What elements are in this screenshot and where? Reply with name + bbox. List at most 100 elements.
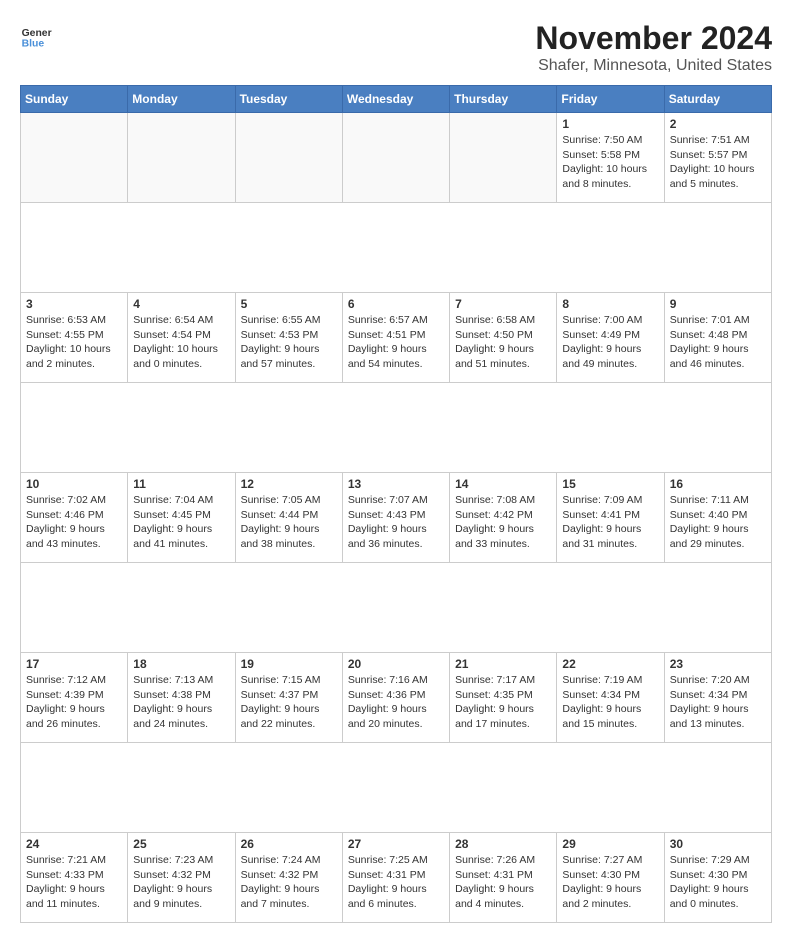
cell-date-number: 14 xyxy=(455,477,551,491)
logo: General Blue xyxy=(20,20,52,52)
calendar-cell: 22 Sunrise: 7:19 AM Sunset: 4:34 PM Dayli… xyxy=(557,653,664,743)
calendar-week-row: 1 Sunrise: 7:50 AM Sunset: 5:58 PM Daylig… xyxy=(21,113,772,203)
calendar-cell xyxy=(21,113,128,203)
cell-info-text: Sunrise: 7:24 AM Sunset: 4:32 PM Dayligh… xyxy=(241,853,337,912)
cell-date-number: 20 xyxy=(348,657,444,671)
cell-info-text: Sunrise: 7:11 AM Sunset: 4:40 PM Dayligh… xyxy=(670,493,766,552)
weekday-header-tuesday: Tuesday xyxy=(235,86,342,113)
calendar-cell: 4Sunrise: 6:54 AM Sunset: 4:54 PM Daylig… xyxy=(128,293,235,383)
cell-date-number: 28 xyxy=(455,837,551,851)
cell-info-text: Sunrise: 7:50 AM Sunset: 5:58 PM Dayligh… xyxy=(562,133,658,192)
calendar-cell xyxy=(450,113,557,203)
cell-date-number: 26 xyxy=(241,837,337,851)
calendar-cell: 1 Sunrise: 7:50 AM Sunset: 5:58 PM Daylig… xyxy=(557,113,664,203)
calendar-cell: 27Sunrise: 7:25 AM Sunset: 4:31 PM Dayli… xyxy=(342,833,449,923)
cell-date-number: 16 xyxy=(670,477,766,491)
calendar-cell: 26 Sunrise: 7:24 AM Sunset: 4:32 PM Dayli… xyxy=(235,833,342,923)
cell-info-text: Sunrise: 7:19 AM Sunset: 4:34 PM Dayligh… xyxy=(562,673,658,732)
calendar-cell: 9 Sunrise: 7:01 AM Sunset: 4:48 PM Daylig… xyxy=(664,293,771,383)
cell-date-number: 10 xyxy=(26,477,122,491)
cell-date-number: 6 xyxy=(348,297,444,311)
calendar-cell: 3 Sunrise: 6:53 AM Sunset: 4:55 PM Daylig… xyxy=(21,293,128,383)
cell-date-number: 9 xyxy=(670,297,766,311)
cell-info-text: Sunrise: 7:29 AM Sunset: 4:30 PM Dayligh… xyxy=(670,853,766,912)
cell-info-text: Sunrise: 7:13 AM Sunset: 4:38 PM Dayligh… xyxy=(133,673,229,732)
cell-date-number: 30 xyxy=(670,837,766,851)
cell-date-number: 7 xyxy=(455,297,551,311)
cell-info-text: Sunrise: 7:02 AM Sunset: 4:46 PM Dayligh… xyxy=(26,493,122,552)
weekday-header-monday: Monday xyxy=(128,86,235,113)
svg-text:Blue: Blue xyxy=(22,38,45,49)
calendar-table: SundayMondayTuesdayWednesdayThursdayFrid… xyxy=(20,85,772,923)
svg-text:General: General xyxy=(22,28,52,39)
calendar-body: 1 Sunrise: 7:50 AM Sunset: 5:58 PM Daylig… xyxy=(21,113,772,923)
weekday-header-sunday: Sunday xyxy=(21,86,128,113)
calendar-cell: 12 Sunrise: 7:05 AM Sunset: 4:44 PM Dayli… xyxy=(235,473,342,563)
calendar-cell: 23Sunrise: 7:20 AM Sunset: 4:34 PM Dayli… xyxy=(664,653,771,743)
calendar-cell xyxy=(128,113,235,203)
cell-info-text: Sunrise: 7:21 AM Sunset: 4:33 PM Dayligh… xyxy=(26,853,122,912)
weekday-header-friday: Friday xyxy=(557,86,664,113)
cell-info-text: Sunrise: 6:57 AM Sunset: 4:51 PM Dayligh… xyxy=(348,313,444,372)
cell-info-text: Sunrise: 6:55 AM Sunset: 4:53 PM Dayligh… xyxy=(241,313,337,372)
cell-date-number: 27 xyxy=(348,837,444,851)
cell-info-text: Sunrise: 7:07 AM Sunset: 4:43 PM Dayligh… xyxy=(348,493,444,552)
calendar-cell: 2 Sunrise: 7:51 AM Sunset: 5:57 PM Daylig… xyxy=(664,113,771,203)
week-spacer xyxy=(21,383,772,473)
calendar-cell xyxy=(342,113,449,203)
cell-date-number: 29 xyxy=(562,837,658,851)
cell-info-text: Sunrise: 7:27 AM Sunset: 4:30 PM Dayligh… xyxy=(562,853,658,912)
cell-date-number: 19 xyxy=(241,657,337,671)
week-spacer xyxy=(21,563,772,653)
calendar-week-row: 3 Sunrise: 6:53 AM Sunset: 4:55 PM Daylig… xyxy=(21,293,772,383)
calendar-week-row: 17Sunrise: 7:12 AM Sunset: 4:39 PM Dayli… xyxy=(21,653,772,743)
calendar-cell: 28 Sunrise: 7:26 AM Sunset: 4:31 PM Dayli… xyxy=(450,833,557,923)
cell-date-number: 11 xyxy=(133,477,229,491)
weekday-header-row: SundayMondayTuesdayWednesdayThursdayFrid… xyxy=(21,86,772,113)
cell-info-text: Sunrise: 7:08 AM Sunset: 4:42 PM Dayligh… xyxy=(455,493,551,552)
cell-date-number: 3 xyxy=(26,297,122,311)
cell-date-number: 22 xyxy=(562,657,658,671)
cell-info-text: Sunrise: 6:58 AM Sunset: 4:50 PM Dayligh… xyxy=(455,313,551,372)
cell-info-text: Sunrise: 7:51 AM Sunset: 5:57 PM Dayligh… xyxy=(670,133,766,192)
cell-info-text: Sunrise: 7:00 AM Sunset: 4:49 PM Dayligh… xyxy=(562,313,658,372)
cell-info-text: Sunrise: 7:04 AM Sunset: 4:45 PM Dayligh… xyxy=(133,493,229,552)
cell-date-number: 1 xyxy=(562,117,658,131)
calendar-cell: 21Sunrise: 7:17 AM Sunset: 4:35 PM Dayli… xyxy=(450,653,557,743)
calendar-cell: 25Sunrise: 7:23 AM Sunset: 4:32 PM Dayli… xyxy=(128,833,235,923)
calendar-week-row: 10 Sunrise: 7:02 AM Sunset: 4:46 PM Dayli… xyxy=(21,473,772,563)
cell-info-text: Sunrise: 7:26 AM Sunset: 4:31 PM Dayligh… xyxy=(455,853,551,912)
calendar-cell: 29 Sunrise: 7:27 AM Sunset: 4:30 PM Dayli… xyxy=(557,833,664,923)
cell-info-text: Sunrise: 7:23 AM Sunset: 4:32 PM Dayligh… xyxy=(133,853,229,912)
calendar-cell: 7 Sunrise: 6:58 AM Sunset: 4:50 PM Daylig… xyxy=(450,293,557,383)
calendar-cell: 18Sunrise: 7:13 AM Sunset: 4:38 PM Dayli… xyxy=(128,653,235,743)
weekday-header-thursday: Thursday xyxy=(450,86,557,113)
cell-date-number: 2 xyxy=(670,117,766,131)
cell-info-text: Sunrise: 7:05 AM Sunset: 4:44 PM Dayligh… xyxy=(241,493,337,552)
location-subtitle: Shafer, Minnesota, United States xyxy=(535,57,772,75)
calendar-cell: 10 Sunrise: 7:02 AM Sunset: 4:46 PM Dayli… xyxy=(21,473,128,563)
calendar-week-row: 24 Sunrise: 7:21 AM Sunset: 4:33 PM Dayli… xyxy=(21,833,772,923)
cell-info-text: Sunrise: 7:16 AM Sunset: 4:36 PM Dayligh… xyxy=(348,673,444,732)
calendar-cell: 14 Sunrise: 7:08 AM Sunset: 4:42 PM Dayli… xyxy=(450,473,557,563)
calendar-cell: 5Sunrise: 6:55 AM Sunset: 4:53 PM Daylig… xyxy=(235,293,342,383)
weekday-header-wednesday: Wednesday xyxy=(342,86,449,113)
cell-date-number: 8 xyxy=(562,297,658,311)
week-spacer xyxy=(21,203,772,293)
calendar-cell xyxy=(235,113,342,203)
cell-info-text: Sunrise: 7:09 AM Sunset: 4:41 PM Dayligh… xyxy=(562,493,658,552)
cell-info-text: Sunrise: 6:53 AM Sunset: 4:55 PM Dayligh… xyxy=(26,313,122,372)
cell-date-number: 24 xyxy=(26,837,122,851)
page-header: General Blue November 2024 Shafer, Minne… xyxy=(20,20,772,75)
cell-info-text: Sunrise: 7:01 AM Sunset: 4:48 PM Dayligh… xyxy=(670,313,766,372)
week-spacer xyxy=(21,743,772,833)
cell-info-text: Sunrise: 6:54 AM Sunset: 4:54 PM Dayligh… xyxy=(133,313,229,372)
month-year-title: November 2024 xyxy=(535,20,772,57)
calendar-cell: 13Sunrise: 7:07 AM Sunset: 4:43 PM Dayli… xyxy=(342,473,449,563)
calendar-cell: 8 Sunrise: 7:00 AM Sunset: 4:49 PM Daylig… xyxy=(557,293,664,383)
weekday-header-saturday: Saturday xyxy=(664,86,771,113)
calendar-cell: 16 Sunrise: 7:11 AM Sunset: 4:40 PM Dayli… xyxy=(664,473,771,563)
calendar-cell: 11 Sunrise: 7:04 AM Sunset: 4:45 PM Dayli… xyxy=(128,473,235,563)
cell-date-number: 12 xyxy=(241,477,337,491)
cell-info-text: Sunrise: 7:12 AM Sunset: 4:39 PM Dayligh… xyxy=(26,673,122,732)
